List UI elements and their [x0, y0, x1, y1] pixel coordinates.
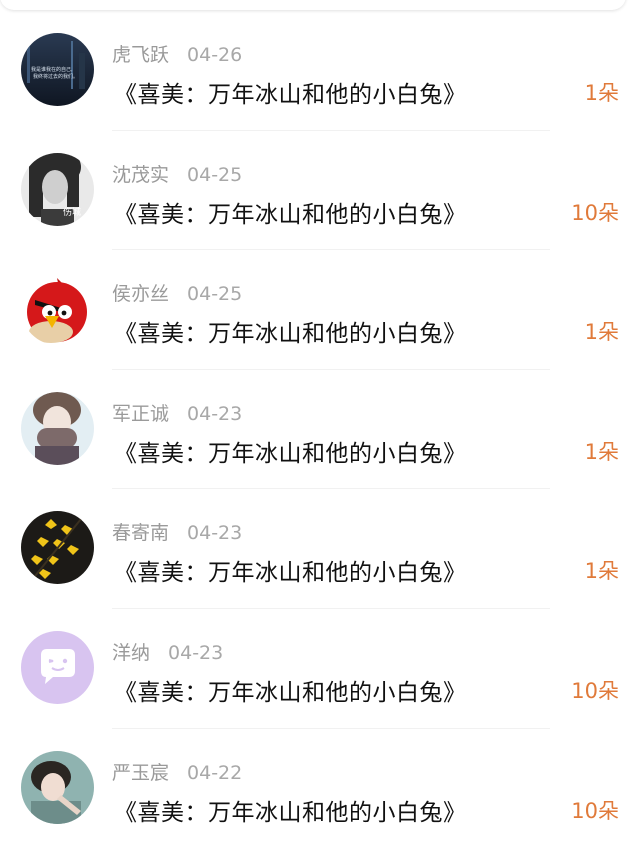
top-card: [0, 0, 626, 10]
flower-count: 1朵: [584, 320, 619, 345]
gift-date: 04-26: [187, 44, 243, 66]
book-title: 《喜美：万年冰山和他的小白兔》: [114, 82, 467, 108]
flower-count: 10朵: [571, 798, 619, 823]
gift-date: 04-23: [187, 402, 243, 425]
avatar[interactable]: [21, 511, 94, 585]
flower-count: 1朵: [584, 81, 619, 105]
avatar[interactable]: 我是谁我在的自己, 我终将过去的我们。: [21, 33, 94, 106]
user-name-text: 春寄南: [112, 522, 170, 545]
gift-date: 04-25: [187, 163, 243, 186]
book-title: 《喜美：万年冰山和他的小白兔》: [114, 560, 467, 587]
gift-record-list: 我是谁我在的自己, 我终将过去的我们。 虎飞跃 04-26 《喜美：万年冰山和他的…: [0, 11, 640, 848]
avatar[interactable]: [21, 630, 94, 704]
svg-text:我是谁我在的自己,: 我是谁我在的自己,: [31, 66, 73, 73]
user-name: 严玉宸 04-22: [112, 758, 242, 785]
list-item[interactable]: 我是谁我在的自己, 我终将过去的我们。 虎飞跃 04-26 《喜美：万年冰山和他的…: [0, 11, 640, 131]
gift-date: 04-23: [168, 641, 224, 664]
gift-date: 04-22: [187, 761, 243, 784]
flower-count: 1朵: [584, 559, 619, 584]
list-item[interactable]: 侯亦丝 04-25 《喜美：万年冰山和他的小白兔》 1朵: [0, 250, 640, 370]
user-name: 虎飞跃 04-26: [112, 40, 242, 67]
svg-text:伤城: 伤城: [63, 206, 81, 218]
avatar[interactable]: [21, 750, 94, 824]
list-item[interactable]: 严玉宸 04-22 《喜美：万年冰山和他的小白兔》 10朵: [0, 729, 640, 848]
list-item[interactable]: 洋纳 04-23 《喜美：万年冰山和他的小白兔》 10朵: [0, 609, 640, 729]
user-name-text: 虎飞跃: [112, 44, 170, 66]
user-name: 沈茂实 04-25: [112, 160, 242, 187]
svg-text:我终将过去的我们。: 我终将过去的我们。: [33, 73, 78, 80]
user-name: 军正诚 04-23: [112, 399, 242, 426]
avatar[interactable]: [21, 272, 94, 346]
user-name: 春寄南 04-23: [112, 518, 242, 545]
list-item[interactable]: 伤城 沈茂实 04-25 《喜美：万年冰山和他的小白兔》 10朵: [0, 131, 640, 251]
book-title: 《喜美：万年冰山和他的小白兔》: [114, 321, 467, 348]
user-name: 洋纳 04-23: [112, 638, 223, 665]
user-name-text: 洋纳: [112, 641, 151, 664]
user-name-text: 严玉宸: [112, 761, 170, 784]
flower-count: 10朵: [571, 200, 619, 225]
list-item[interactable]: 春寄南 04-23 《喜美：万年冰山和他的小白兔》 1朵: [0, 489, 640, 609]
user-name: 侯亦丝 04-25: [112, 279, 242, 306]
book-title: 《喜美：万年冰山和他的小白兔》: [114, 679, 467, 706]
gift-date: 04-25: [187, 283, 243, 306]
flower-count: 1朵: [584, 439, 619, 464]
user-name-text: 军正诚: [112, 402, 170, 425]
book-title: 《喜美：万年冰山和他的小白兔》: [114, 201, 467, 228]
flower-count: 10朵: [571, 678, 619, 703]
avatar[interactable]: 伤城: [21, 152, 94, 226]
user-name-text: 沈茂实: [112, 163, 170, 186]
gift-date: 04-23: [187, 522, 243, 545]
book-title: 《喜美：万年冰山和他的小白兔》: [114, 440, 467, 467]
avatar[interactable]: [21, 391, 94, 465]
list-item[interactable]: 军正诚 04-23 《喜美：万年冰山和他的小白兔》 1朵: [0, 370, 640, 490]
user-name-text: 侯亦丝: [112, 283, 170, 306]
book-title: 《喜美：万年冰山和他的小白兔》: [114, 799, 467, 826]
